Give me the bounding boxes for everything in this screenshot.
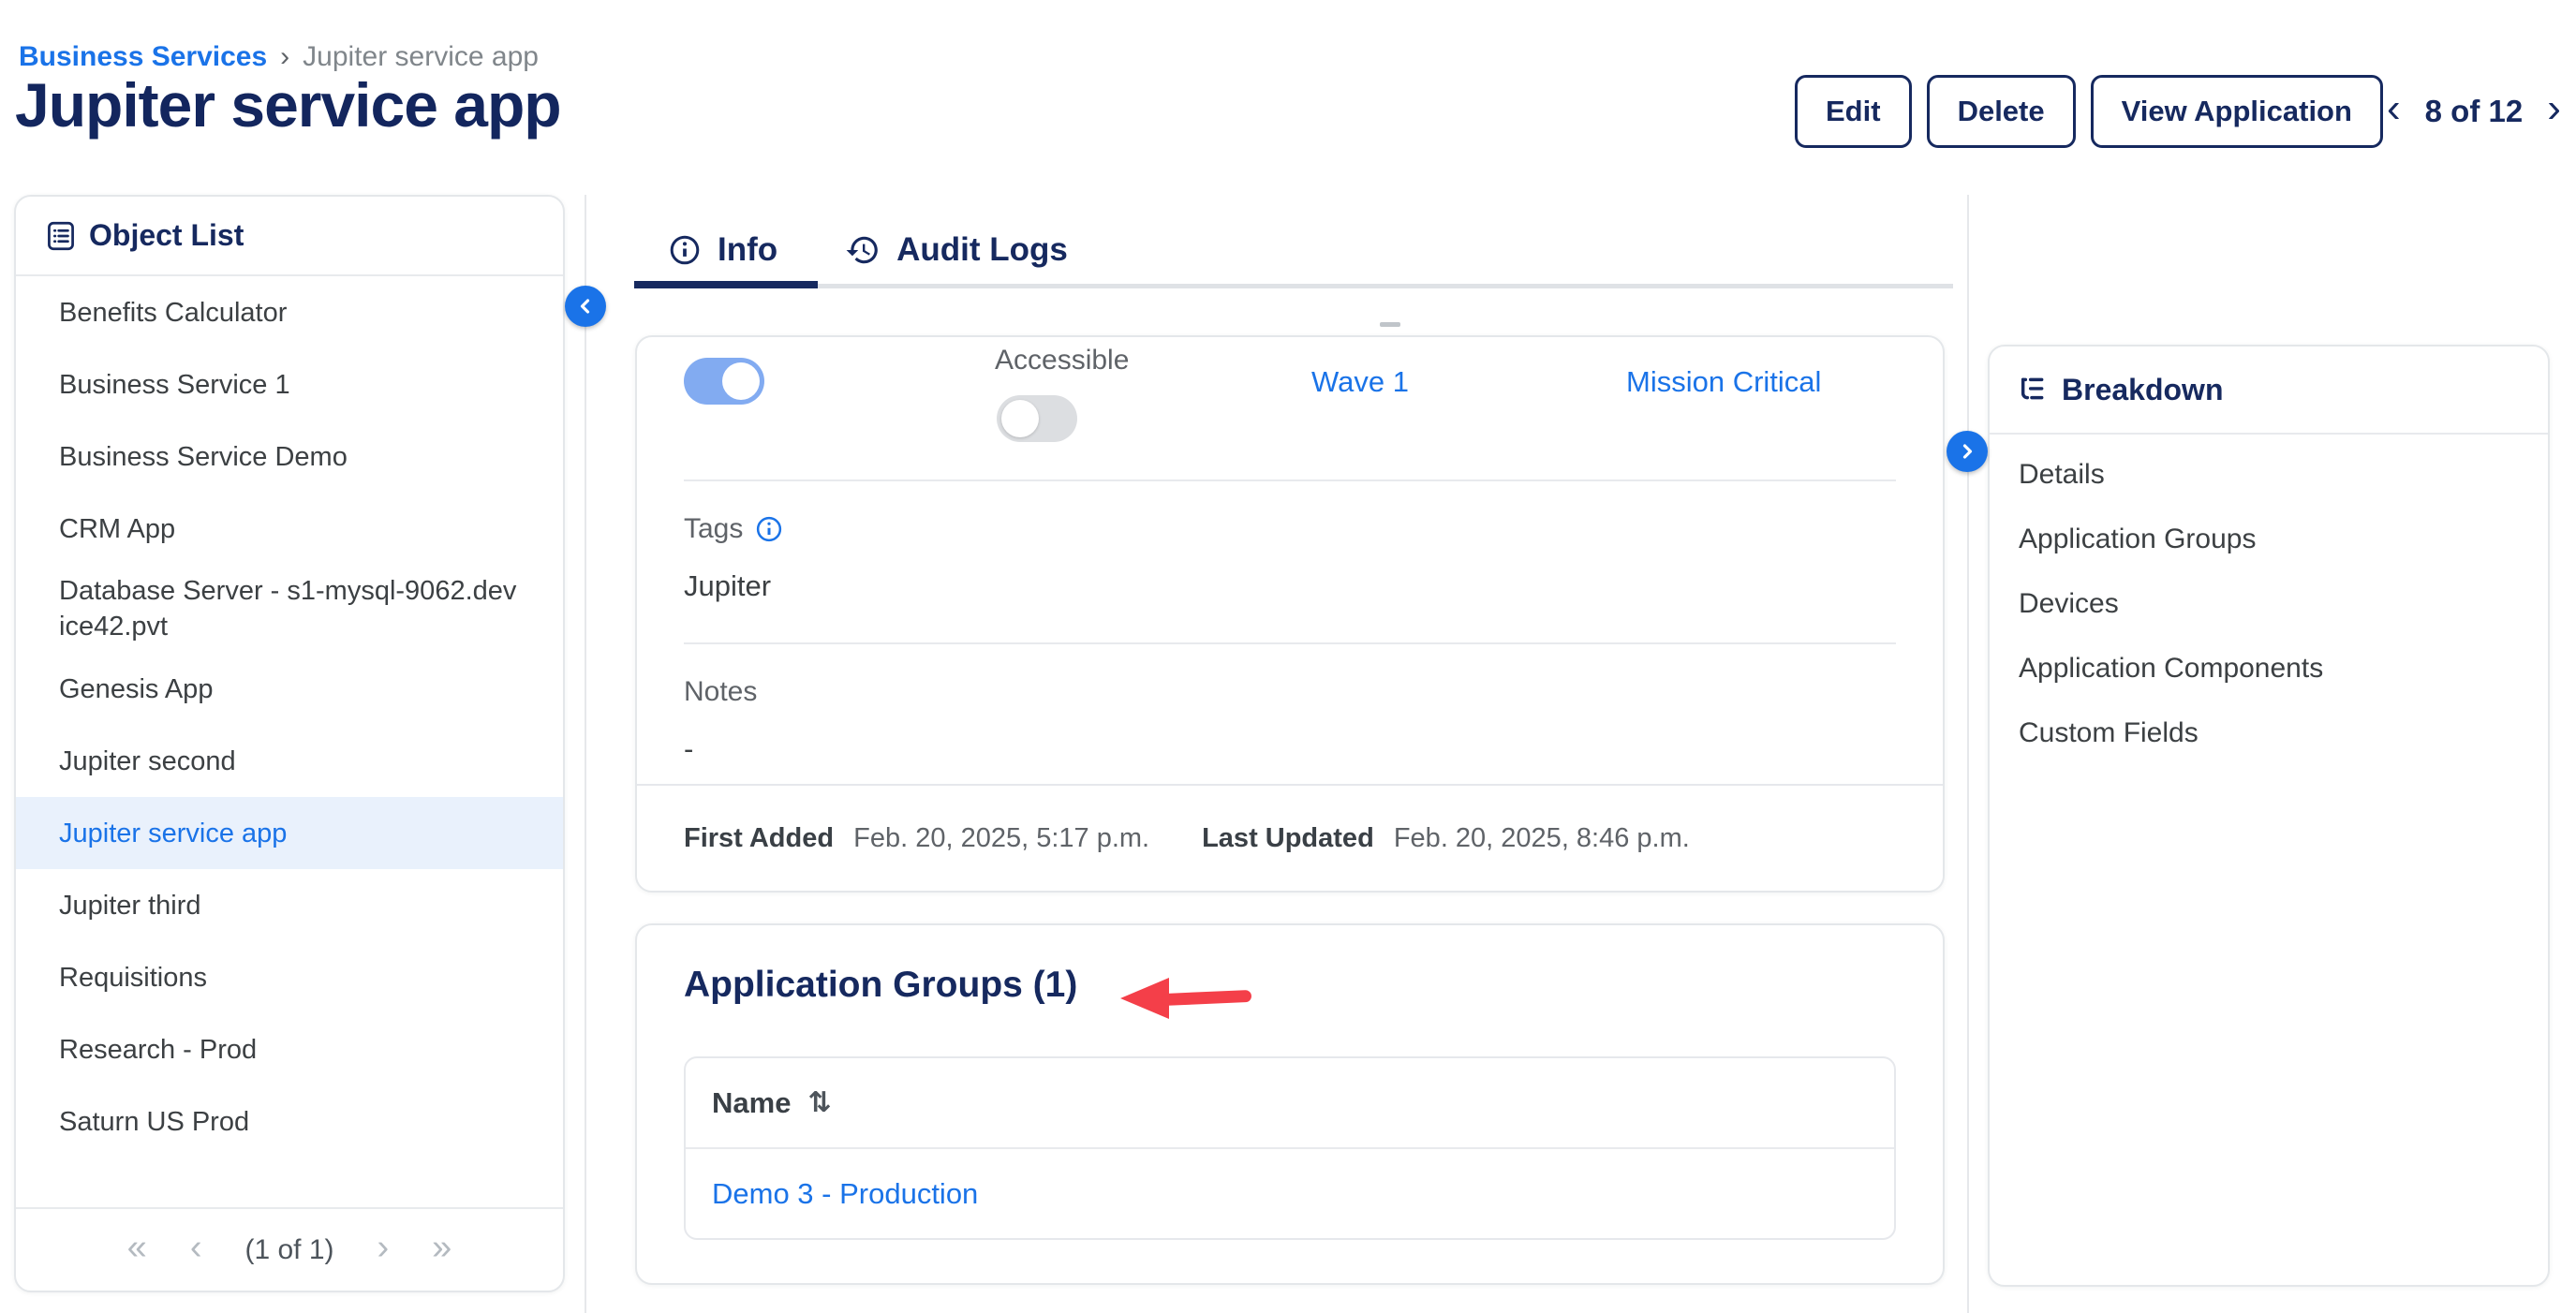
breakdown-list: Details Application Groups Devices Appli… bbox=[1990, 435, 2548, 765]
list-item[interactable]: Business Service Demo bbox=[16, 420, 563, 493]
list-item[interactable]: Benefits Calculator bbox=[16, 276, 563, 348]
history-icon bbox=[845, 232, 881, 268]
breakdown-item-application-components[interactable]: Application Components bbox=[1990, 636, 2548, 701]
clipped-label-sliver bbox=[1380, 322, 1400, 327]
object-list-panel: Object List Benefits Calculator Business… bbox=[14, 195, 565, 1292]
list-icon bbox=[47, 221, 75, 251]
list-item[interactable]: Jupiter second bbox=[16, 725, 563, 797]
object-list: Benefits Calculator Business Service 1 B… bbox=[16, 276, 563, 1158]
pagination-prev-icon[interactable]: ‹ bbox=[190, 1230, 202, 1271]
table-header: Name ⇅ bbox=[686, 1058, 1894, 1149]
breadcrumb-current: Jupiter service app bbox=[303, 41, 539, 73]
pagination-first-icon[interactable]: « bbox=[127, 1230, 147, 1271]
list-item-selected[interactable]: Jupiter service app bbox=[16, 797, 563, 869]
tree-list-icon bbox=[2017, 375, 2047, 405]
tab-info-label: Info bbox=[718, 231, 777, 269]
chevron-right-icon bbox=[1956, 440, 1978, 463]
object-list-header: Object List bbox=[16, 197, 563, 276]
tags-section: Tags Jupiter bbox=[637, 481, 1943, 642]
breakdown-header: Breakdown bbox=[1990, 347, 2548, 435]
list-item[interactable]: Saturn US Prod bbox=[16, 1085, 563, 1158]
wave-link[interactable]: Wave 1 bbox=[1311, 365, 1409, 399]
sort-icon[interactable]: ⇅ bbox=[807, 1086, 831, 1119]
application-groups-card: Application Groups (1) Name ⇅ Demo 3 - P… bbox=[635, 923, 1945, 1285]
page-title: Jupiter service app bbox=[15, 69, 561, 140]
active-tab-indicator bbox=[634, 281, 818, 288]
details-field-row: Accessible Wave 1 Mission Critical bbox=[637, 337, 1943, 479]
annotation-arrow-icon bbox=[1120, 978, 1253, 1019]
notes-label: Notes bbox=[684, 676, 757, 708]
expand-breakdown-button[interactable] bbox=[1947, 431, 1988, 472]
pager-label: 8 of 12 bbox=[2425, 94, 2524, 129]
column-name-header: Name bbox=[712, 1086, 791, 1120]
breakdown-item-application-groups[interactable]: Application Groups bbox=[1990, 507, 2548, 571]
record-pager: ‹ 8 of 12 › bbox=[2387, 75, 2561, 148]
header-actions: Edit Delete View Application bbox=[1795, 75, 2383, 148]
accessible-toggle[interactable] bbox=[997, 395, 1077, 442]
first-added-value: Feb. 20, 2025, 5:17 p.m. bbox=[853, 823, 1149, 853]
breakdown-item-devices[interactable]: Devices bbox=[1990, 571, 2548, 636]
tags-value: Jupiter bbox=[684, 569, 1896, 603]
chevron-left-icon bbox=[574, 295, 597, 317]
breadcrumb-link-business-services[interactable]: Business Services bbox=[19, 41, 267, 73]
tab-bar: Info Audit Logs bbox=[634, 215, 1953, 288]
breakdown-item-custom-fields[interactable]: Custom Fields bbox=[1990, 701, 2548, 765]
breadcrumb-separator: › bbox=[280, 41, 289, 73]
details-card: Accessible Wave 1 Mission Critical Tags … bbox=[635, 335, 1945, 893]
notes-value: - bbox=[684, 732, 1896, 766]
last-updated-label: Last Updated bbox=[1202, 823, 1374, 853]
edit-button[interactable]: Edit bbox=[1795, 75, 1912, 148]
collapse-sidebar-button[interactable] bbox=[565, 286, 606, 327]
tab-info[interactable]: Info bbox=[634, 215, 811, 285]
application-group-link[interactable]: Demo 3 - Production bbox=[712, 1177, 978, 1211]
view-application-button[interactable]: View Application bbox=[2091, 75, 2383, 148]
list-item[interactable]: Business Service 1 bbox=[16, 348, 563, 420]
toggle-on[interactable] bbox=[684, 358, 764, 405]
pagination-label: (1 of 1) bbox=[244, 1234, 333, 1266]
object-list-pagination: « ‹ (1 of 1) › » bbox=[16, 1207, 563, 1291]
table-row: Demo 3 - Production bbox=[686, 1149, 1894, 1238]
mission-critical-link[interactable]: Mission Critical bbox=[1626, 365, 1821, 399]
object-list-title: Object List bbox=[89, 218, 244, 253]
list-item[interactable]: CRM App bbox=[16, 493, 563, 565]
sidebar-divider bbox=[585, 195, 586, 1313]
pager-prev-icon[interactable]: ‹ bbox=[2387, 88, 2401, 135]
list-item[interactable]: Research - Prod bbox=[16, 1013, 563, 1085]
tab-underline bbox=[634, 284, 1953, 288]
application-groups-table: Name ⇅ Demo 3 - Production bbox=[684, 1056, 1896, 1240]
pager-next-icon[interactable]: › bbox=[2547, 88, 2561, 135]
last-updated-value: Feb. 20, 2025, 8:46 p.m. bbox=[1394, 823, 1690, 853]
tags-info-icon[interactable] bbox=[755, 515, 783, 543]
first-added-label: First Added bbox=[684, 823, 834, 853]
toggle-knob bbox=[722, 362, 760, 400]
notes-section: Notes - bbox=[637, 644, 1943, 787]
breakdown-panel: Breakdown Details Application Groups Dev… bbox=[1988, 345, 2550, 1287]
delete-button[interactable]: Delete bbox=[1927, 75, 2076, 148]
list-item[interactable]: Genesis App bbox=[16, 653, 563, 725]
tab-audit-logs-label: Audit Logs bbox=[896, 231, 1068, 269]
record-meta-footer: First Added Feb. 20, 2025, 5:17 p.m. Las… bbox=[637, 784, 1943, 891]
breakdown-divider bbox=[1967, 195, 1969, 1313]
breadcrumb: Business Services › Jupiter service app bbox=[19, 41, 539, 73]
pagination-last-icon[interactable]: » bbox=[432, 1230, 452, 1271]
tags-label: Tags bbox=[684, 513, 743, 545]
application-groups-title: Application Groups (1) bbox=[684, 965, 1077, 1006]
list-item[interactable]: Database Server - s1-mysql-9062.device42… bbox=[16, 565, 563, 653]
pagination-next-icon[interactable]: › bbox=[378, 1230, 390, 1271]
tab-audit-logs[interactable]: Audit Logs bbox=[811, 215, 1102, 285]
list-item[interactable]: Requisitions bbox=[16, 941, 563, 1013]
accessible-label: Accessible bbox=[995, 345, 1129, 376]
info-icon bbox=[668, 233, 702, 267]
breakdown-item-details[interactable]: Details bbox=[1990, 442, 2548, 507]
list-item[interactable]: Jupiter third bbox=[16, 869, 563, 941]
breakdown-title: Breakdown bbox=[2062, 373, 2223, 407]
toggle-knob bbox=[1001, 400, 1039, 437]
